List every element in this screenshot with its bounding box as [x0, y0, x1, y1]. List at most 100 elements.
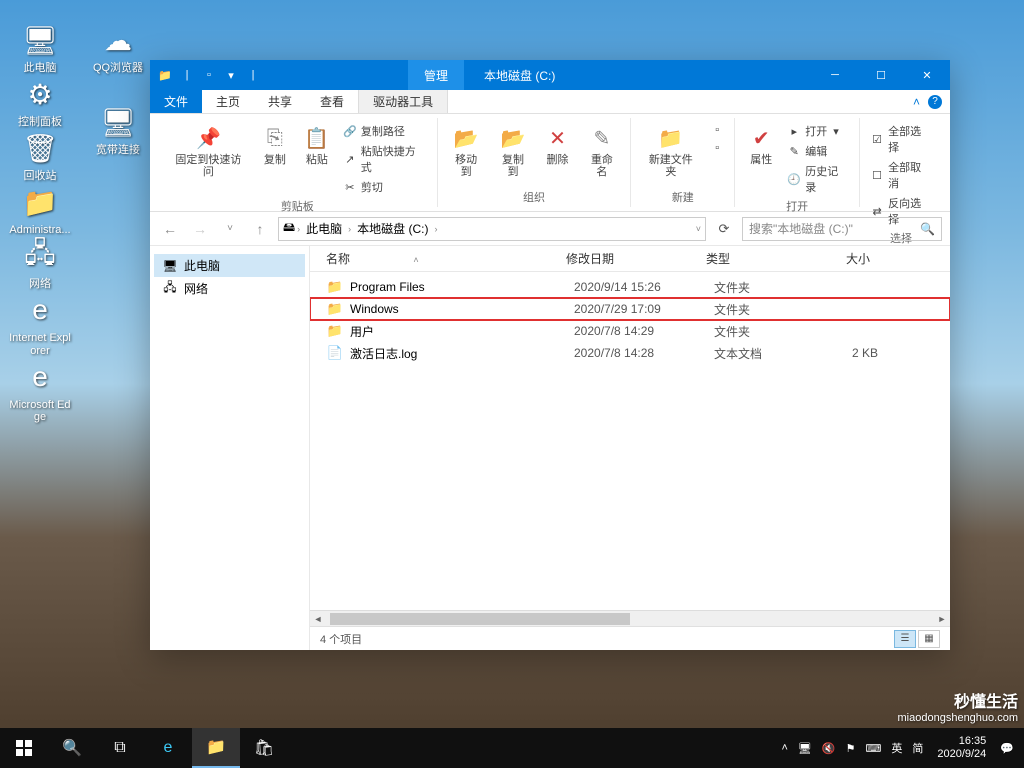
collapse-ribbon-icon[interactable]: ˄: [913, 95, 920, 109]
paste-shortcut-button[interactable]: ↗粘贴快捷方式: [341, 142, 429, 176]
cut-button[interactable]: ✂剪切: [341, 178, 429, 196]
desktop[interactable]: 🖥此电脑⚙控制面板🗑回收站📁Administra...🖧网络eInternet …: [0, 0, 1024, 768]
icons-view-button[interactable]: ▦: [918, 630, 940, 648]
details-view-button[interactable]: ☰: [894, 630, 916, 648]
refresh-button[interactable]: ⟳: [712, 217, 736, 241]
help-icon[interactable]: ?: [928, 95, 942, 109]
title-bar[interactable]: 📁 | ▫ ▾ | 管理 本地磁盘 (C:) ─ ☐ ✕: [150, 60, 950, 90]
breadcrumb-segment[interactable]: 此电脑: [302, 220, 346, 237]
file-name: 激活日志.log: [350, 345, 566, 362]
nav-network[interactable]: 🖧网络: [154, 277, 305, 300]
file-date: 2020/9/14 15:26: [566, 280, 706, 294]
paste-button[interactable]: 📋粘贴: [299, 122, 335, 168]
column-size[interactable]: 大小: [808, 250, 878, 267]
file-row[interactable]: 📄激活日志.log2020/7/8 14:28文本文档2 KB: [310, 342, 950, 364]
tab-drive-tools[interactable]: 驱动器工具: [358, 90, 448, 113]
recent-locations-button[interactable]: ˅: [218, 217, 242, 241]
column-date[interactable]: 修改日期: [558, 250, 698, 267]
edge-icon: e: [20, 357, 60, 397]
task-view-button[interactable]: ⧉: [96, 728, 144, 768]
move-to-button[interactable]: 📂移动到: [446, 122, 487, 180]
ime-lang1[interactable]: 英: [891, 740, 902, 756]
broadband-icon[interactable]: 🖥宽带连接: [86, 102, 150, 156]
navigation-pane[interactable]: 🖥此电脑🖧网络: [150, 246, 310, 650]
file-name: Program Files: [350, 280, 566, 294]
new-item-button[interactable]: ▫: [708, 122, 726, 138]
volume-tray-icon[interactable]: 🔇: [822, 742, 836, 755]
status-bar: 4 个项目 ☰ ▦: [310, 626, 950, 650]
ribbon: 📌固定到快速访问 ⎘复制 📋粘贴 🔗复制路径 ↗粘贴快捷方式 ✂剪切 剪贴板 📂…: [150, 114, 950, 212]
file-row[interactable]: 📁用户2020/7/8 14:29文件夹: [310, 320, 950, 342]
breadcrumb-dropdown-icon[interactable]: ˅: [696, 224, 701, 234]
explorer-taskbar-button[interactable]: 📁: [192, 728, 240, 768]
up-button[interactable]: ↑: [248, 217, 272, 241]
notifications-icon[interactable]: 💬: [1000, 742, 1014, 755]
qq-browser-icon[interactable]: ☁QQ浏览器: [86, 20, 150, 74]
select-all-button[interactable]: ☑全部选择: [868, 122, 934, 156]
start-button[interactable]: [0, 728, 48, 768]
clock[interactable]: 16:35 2020/9/24: [933, 735, 990, 761]
copy-button[interactable]: ⎘复制: [257, 122, 293, 168]
open-button[interactable]: ▸打开▾: [785, 122, 851, 140]
user-folder-icon[interactable]: 📁Administra...: [8, 182, 72, 236]
history-button[interactable]: 🕘历史记录: [785, 162, 851, 196]
breadcrumb[interactable]: 🖴 › 此电脑 › 本地磁盘 (C:) › ˅: [278, 217, 706, 241]
delete-button[interactable]: ✕删除: [539, 122, 575, 168]
ime-tray-icon[interactable]: ⌨: [865, 742, 881, 755]
file-list[interactable]: 📁Program Files2020/9/14 15:26文件夹📁Windows…: [310, 272, 950, 610]
copy-to-button[interactable]: 📂复制到: [493, 122, 534, 180]
ie-icon: e: [20, 290, 60, 330]
this-pc-icon: 🖥: [20, 20, 60, 60]
qat-props-icon[interactable]: ▫: [200, 66, 218, 84]
scroll-left-icon[interactable]: ◄: [310, 611, 326, 627]
edge-taskbar-button[interactable]: e: [144, 728, 192, 768]
file-row[interactable]: 📁Windows2020/7/29 17:09文件夹: [310, 298, 950, 320]
file-row[interactable]: 📁Program Files2020/9/14 15:26文件夹: [310, 276, 950, 298]
network-icon[interactable]: 🖧网络: [8, 236, 72, 290]
scroll-right-icon[interactable]: ►: [934, 611, 950, 627]
scroll-thumb[interactable]: [330, 613, 630, 625]
nav-network-icon: 🖧: [162, 281, 178, 297]
column-name[interactable]: 名称 ˄: [318, 250, 558, 267]
security-tray-icon[interactable]: ⚑: [846, 742, 856, 755]
nav-this-pc[interactable]: 🖥此电脑: [154, 254, 305, 277]
close-button[interactable]: ✕: [904, 60, 950, 90]
folder-icon: 📁: [156, 66, 174, 84]
search-button[interactable]: 🔍: [48, 728, 96, 768]
file-explorer-window: 📁 | ▫ ▾ | 管理 本地磁盘 (C:) ─ ☐ ✕ 文件 主页 共享 查看…: [150, 60, 950, 650]
group-organize-label: 组织: [523, 187, 545, 207]
back-button[interactable]: ←: [158, 217, 182, 241]
this-pc-icon[interactable]: 🖥此电脑: [8, 20, 72, 74]
ime-lang2[interactable]: 简: [912, 740, 923, 756]
taskbar[interactable]: 🔍 ⧉ e 📁 🛍 ˄ 🖥 🔇 ⚑ ⌨ 英 简 16:35 2020/9/24 …: [0, 728, 1024, 768]
folder-icon: 📁: [326, 322, 344, 340]
horizontal-scrollbar[interactable]: ◄ ►: [310, 610, 950, 626]
qat-dropdown-icon[interactable]: ▾: [222, 66, 240, 84]
edit-button[interactable]: ✎编辑: [785, 142, 851, 160]
easy-access-button[interactable]: ▫: [708, 140, 726, 156]
copy-path-button[interactable]: 🔗复制路径: [341, 122, 429, 140]
ie-icon[interactable]: eInternet Explorer: [8, 290, 72, 356]
select-none-button[interactable]: ☐全部取消: [868, 158, 934, 192]
network-tray-icon[interactable]: 🖥: [798, 742, 812, 755]
forward-button[interactable]: →: [188, 217, 212, 241]
edge-icon[interactable]: eMicrosoft Edge: [8, 357, 72, 423]
tab-home[interactable]: 主页: [202, 90, 254, 113]
qq-browser-icon: ☁: [98, 20, 138, 60]
tab-view[interactable]: 查看: [306, 90, 358, 113]
maximize-button[interactable]: ☐: [858, 60, 904, 90]
rename-button[interactable]: ✎重命名: [581, 122, 622, 180]
new-folder-button[interactable]: 📁新建文件夹: [639, 122, 702, 180]
tab-file[interactable]: 文件: [150, 90, 202, 113]
tab-share[interactable]: 共享: [254, 90, 306, 113]
control-panel-icon[interactable]: ⚙控制面板: [8, 74, 72, 128]
search-input[interactable]: 搜索"本地磁盘 (C:)" 🔍: [742, 217, 942, 241]
properties-button[interactable]: ✔属性: [743, 122, 779, 168]
column-type[interactable]: 类型: [698, 250, 808, 267]
breadcrumb-segment[interactable]: 本地磁盘 (C:): [353, 220, 432, 237]
store-taskbar-button[interactable]: 🛍: [240, 728, 288, 768]
pin-to-quick-access-button[interactable]: 📌固定到快速访问: [166, 122, 251, 180]
minimize-button[interactable]: ─: [812, 60, 858, 90]
recycle-bin-icon[interactable]: 🗑回收站: [8, 128, 72, 182]
tray-expand-icon[interactable]: ˄: [781, 742, 787, 754]
